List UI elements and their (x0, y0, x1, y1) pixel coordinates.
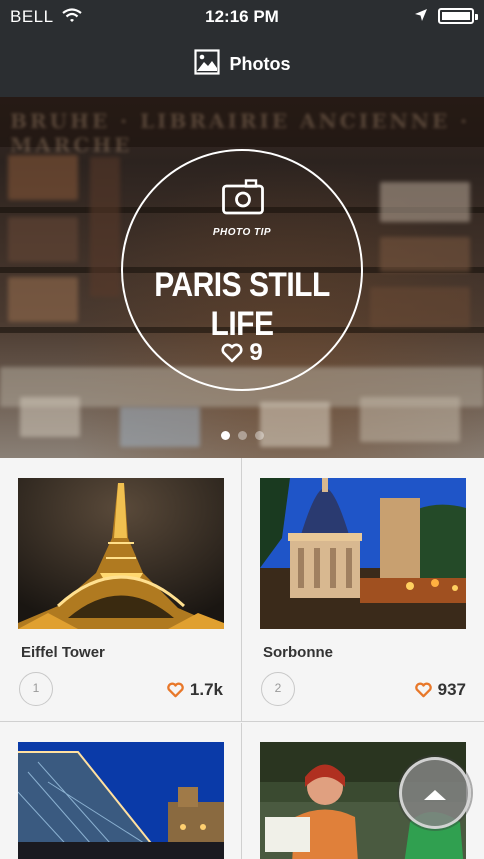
clock: 12:16 PM (205, 7, 279, 26)
photo-card[interactable]: Eiffel Tower 1 1.7k (0, 458, 242, 722)
status-bar: BELL 12:16 PM (0, 0, 484, 32)
photo-tip-banner[interactable]: BRUHE · LIBRAIRIE ANCIENNE · MARCHE PHOT… (0, 97, 484, 458)
eiffel-tower-photo[interactable] (18, 478, 224, 629)
heart-icon (167, 682, 184, 698)
page-dot[interactable] (254, 431, 264, 440)
hero-likes-count: 9 (249, 339, 263, 366)
hero-likes: 9 (123, 339, 361, 367)
chevron-up-icon (424, 790, 446, 800)
page-dot[interactable] (220, 431, 230, 440)
location-arrow-icon (414, 8, 428, 27)
photo-card[interactable]: Sorbonne 2 937 (242, 458, 484, 722)
hero-title: PARIS STILL LIFE (154, 265, 330, 343)
top-bar: BELL 12:16 PM Photos (0, 0, 484, 97)
heart-icon (414, 682, 432, 698)
photo-likes[interactable]: 937 (414, 680, 466, 700)
photos-icon (193, 48, 220, 80)
page-dot[interactable] (237, 431, 247, 440)
battery-icon (438, 8, 478, 24)
photo-tip-circle: PHOTO TIP PARIS STILL LIFE 9 (121, 149, 363, 391)
sorbonne-photo[interactable] (260, 478, 466, 629)
photo-likes[interactable]: 1.7k (167, 680, 223, 700)
photo-card[interactable] (0, 723, 242, 859)
photo-title: Sorbonne (263, 644, 333, 661)
camera-icon (222, 179, 264, 220)
photo-tip-label: PHOTO TIP (212, 227, 272, 238)
rank-badge: 1 (19, 672, 53, 706)
photo-title: Eiffel Tower (21, 644, 105, 661)
page-title: Photos (229, 53, 291, 74)
page-indicator[interactable] (0, 431, 484, 440)
scroll-to-top-button[interactable] (399, 757, 471, 829)
rank-badge: 2 (261, 672, 295, 706)
likes-count: 937 (437, 680, 466, 699)
nav-title: Photos (0, 48, 484, 80)
louvre-pyramid-photo[interactable] (18, 742, 224, 859)
heart-icon (221, 343, 243, 363)
likes-count: 1.7k (189, 680, 223, 699)
hero-sign: BRUHE · LIBRAIRIE ANCIENNE · MARCHE (0, 97, 484, 157)
